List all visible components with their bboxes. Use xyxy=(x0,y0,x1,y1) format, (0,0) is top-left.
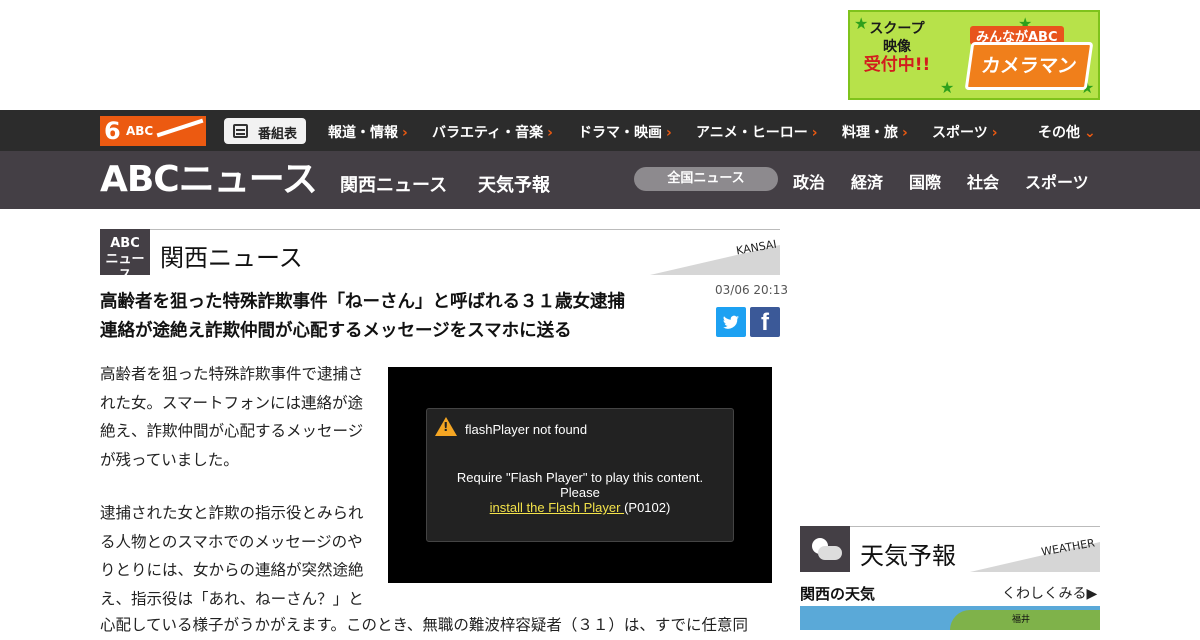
subnav-kansai-news[interactable]: 関西ニュース xyxy=(340,171,447,197)
kansai-weather-label: 関西の天気 xyxy=(800,585,876,603)
abc-news-logo[interactable]: ABCニュース xyxy=(100,158,318,202)
nav-sports[interactable]: スポーツ › xyxy=(932,122,998,142)
dialog-title: flashPlayer not found xyxy=(465,422,588,437)
nav-other[interactable]: その他 ⌄ xyxy=(1038,122,1096,142)
program-guide-label: 番組表 xyxy=(258,127,298,142)
partly-cloudy-icon xyxy=(800,526,850,572)
twitter-icon xyxy=(723,315,739,329)
dialog-message: Require "Flash Player" to play this cont… xyxy=(427,470,733,515)
facebook-share-button[interactable]: f xyxy=(750,307,780,337)
dialog-install-line: install the Flash Player (P0102) xyxy=(427,500,733,515)
article-headline: 高齢者を狙った特殊詐欺事件「ねーさん」と呼ばれる３１歳女逮捕 連絡が途絶え詐欺仲… xyxy=(100,288,700,346)
flash-error-dialog: flashPlayer not found Require "Flash Pla… xyxy=(426,408,734,542)
nav-label: 報道・情報 xyxy=(328,125,398,141)
cloud-shape xyxy=(818,546,842,560)
category-economy[interactable]: 経済 xyxy=(851,169,883,193)
headline-line: 連絡が途絶え詐欺仲間が心配するメッセージをスマホに送る xyxy=(100,321,572,341)
article-paragraph: 心配している様子がうかがえます。このとき、無職の難波梓容疑者（３１）は、すでに任… xyxy=(100,616,749,634)
error-code: (P0102) xyxy=(624,500,671,515)
ad-scoop-line: 映像 xyxy=(883,39,911,55)
section-title: 関西ニュース xyxy=(160,244,303,272)
category-politics[interactable]: 政治 xyxy=(793,169,825,193)
chevron-down-icon: ⌄ xyxy=(1084,125,1096,141)
nav-label: スポーツ xyxy=(932,125,988,141)
chevron-right-icon: › xyxy=(811,125,818,141)
chevron-right-icon: › xyxy=(902,125,908,141)
nav-label: バラエティ・音楽 xyxy=(432,125,544,141)
abc-channel-logo[interactable]: 6 ABC xyxy=(100,116,206,146)
category-international[interactable]: 国際 xyxy=(909,169,941,193)
nav-cooking-travel[interactable]: 料理・旅 › xyxy=(842,122,908,142)
chevron-right-icon: › xyxy=(402,125,408,141)
weather-map[interactable]: 福井 xyxy=(800,606,1100,630)
section-logo: ABC ニュース xyxy=(100,229,150,283)
chevron-right-icon: › xyxy=(991,125,998,141)
twitter-share-button[interactable] xyxy=(716,307,746,337)
weather-title: 天気予報 xyxy=(860,542,956,570)
weather-more-link[interactable]: くわしくみる▶ xyxy=(1002,583,1097,603)
logo-text: ABC xyxy=(126,124,154,138)
map-city-label: 福井 xyxy=(1012,615,1031,625)
ad-scoop-line: スクープ xyxy=(869,21,925,37)
nav-label: その他 xyxy=(1038,125,1080,141)
nav-anime-hero[interactable]: アニメ・ヒーロー › xyxy=(696,122,818,142)
section-logo-line: ニュース xyxy=(105,252,145,283)
chevron-right-icon: › xyxy=(666,125,672,141)
nav-variety-music[interactable]: バラエティ・音楽 › xyxy=(432,122,553,142)
headline-line: 高齢者を狙った特殊詐欺事件「ねーさん」と呼ばれる３１歳女逮捕 xyxy=(100,292,625,312)
category-society[interactable]: 社会 xyxy=(967,169,999,193)
category-sports[interactable]: スポーツ xyxy=(1025,169,1089,193)
dialog-message-line: Please xyxy=(560,485,600,500)
national-news-button[interactable]: 全国ニュース xyxy=(634,167,778,191)
article-paragraph: 高齢者を狙った特殊詐欺事件で逮捕された女。スマートフォンには連絡が途絶え、詐欺仲… xyxy=(100,365,364,469)
article-paragraph: 逮捕された女と詐欺の指示役とみられる人物とのスマホでのメッセージのやりとりには、… xyxy=(100,504,364,608)
logo-number: 6 xyxy=(104,117,121,145)
logo-swoosh xyxy=(156,118,204,138)
calendar-icon xyxy=(233,124,248,138)
facebook-icon: f xyxy=(761,309,769,336)
ad-scoop-text: スクープ 映像 受付中!! xyxy=(860,20,934,74)
subnav-weather[interactable]: 天気予報 xyxy=(478,171,550,197)
ad-brand-main: カメラマン xyxy=(964,42,1094,90)
article-date: 03/06 20:13 xyxy=(715,283,788,297)
warning-icon xyxy=(435,417,457,436)
program-guide-button[interactable]: 番組表 xyxy=(224,118,306,144)
dialog-message-line: Require "Flash Player" to play this cont… xyxy=(456,470,704,485)
star-icon: ★ xyxy=(940,78,955,97)
install-flash-link[interactable]: install the Flash Player xyxy=(490,500,624,515)
nav-drama-movie[interactable]: ドラマ・映画 › xyxy=(578,122,672,142)
nav-news-info[interactable]: 報道・情報 › xyxy=(328,122,408,142)
section-logo-line: ABC xyxy=(110,236,140,251)
nav-label: アニメ・ヒーロー xyxy=(696,125,808,141)
nav-label: ドラマ・映画 xyxy=(578,125,662,141)
camera-ad-banner[interactable]: ★ ★ ★ ★ スクープ 映像 受付中!! みんながABC カメラマン xyxy=(848,10,1100,100)
chevron-right-icon: › xyxy=(547,125,553,141)
ad-scoop-hot: 受付中!! xyxy=(863,55,931,75)
nav-label: 料理・旅 xyxy=(842,125,898,141)
